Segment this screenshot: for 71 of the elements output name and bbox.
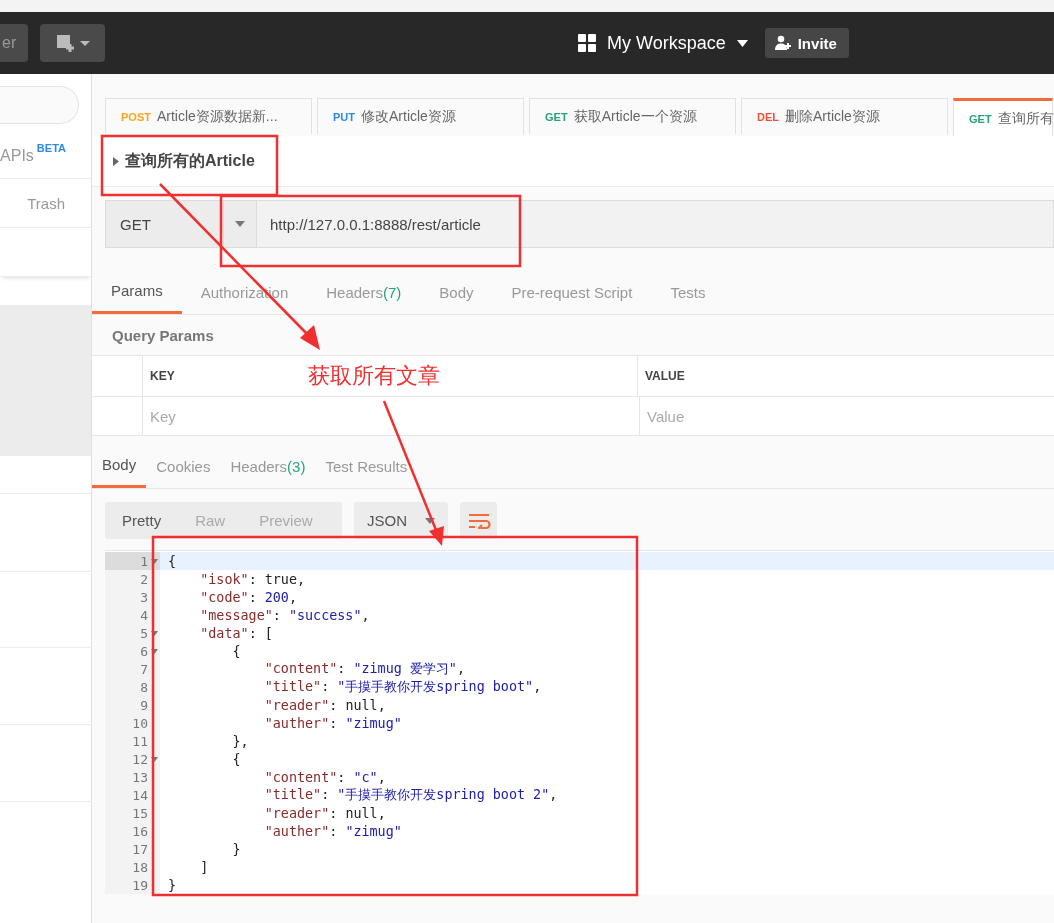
code-line: "content": "c",: [263, 769, 386, 785]
view-mode-button[interactable]: Pretty: [105, 502, 179, 539]
fold-icon[interactable]: [150, 558, 158, 564]
code-line: {: [168, 553, 177, 569]
line-number: 16: [132, 823, 148, 839]
response-tab[interactable]: Headers(3): [220, 444, 316, 488]
code-line: ]: [199, 859, 209, 875]
person-add-icon[interactable]: [774, 35, 791, 51]
request-name: 查询所有的Article: [125, 150, 255, 171]
code-line: "isok": true,: [199, 571, 306, 587]
code-line: "title": "手摸手教你开发spring boot",: [263, 678, 542, 696]
code-line: "message": "success",: [199, 607, 370, 623]
line-number: 17: [132, 841, 148, 857]
toolbar-button[interactable]: er: [0, 24, 28, 62]
caret-icon[interactable]: [736, 39, 748, 47]
code-line: "auther": "zimug": [263, 715, 402, 731]
line-number: 15: [132, 805, 148, 821]
fold-icon[interactable]: [150, 756, 158, 762]
code-line: "reader": null,: [263, 805, 386, 821]
line-number: 11: [132, 733, 148, 749]
method-dropdown[interactable]: GET: [105, 200, 224, 248]
line-number: 14: [132, 787, 148, 803]
request-tab[interactable]: POST Article资源数据新...: [105, 98, 312, 134]
code-line: "content": "zimug 爱学习",: [263, 660, 465, 678]
code-line: "auther": "zimug": [263, 823, 402, 839]
fold-icon[interactable]: [150, 630, 158, 636]
line-number: 3: [140, 589, 148, 605]
request-tab[interactable]: DEL 删除Article资源: [741, 98, 948, 134]
line-number: 8: [140, 679, 148, 695]
line-number: 5: [140, 625, 148, 641]
code-line: "reader": null,: [263, 697, 386, 713]
code-line: {: [231, 751, 241, 767]
request-tab[interactable]: PUT 修改Article资源: [317, 98, 524, 134]
new-button[interactable]: [40, 24, 105, 62]
workspace-selector[interactable]: My Workspace: [607, 32, 726, 54]
code-line: "code": 200,: [199, 589, 297, 605]
expand-icon[interactable]: [113, 156, 119, 166]
wrap-button[interactable]: [460, 502, 497, 539]
line-number: 1: [140, 553, 148, 569]
request-tab[interactable]: GET 获取Article一个资源: [529, 98, 736, 134]
column-header: VALUE: [644, 368, 686, 385]
line-number: 19: [132, 877, 148, 893]
url-field[interactable]: http://127.0.0.1:8888/rest/article: [257, 200, 1054, 248]
code-line: }: [168, 877, 177, 893]
line-number: 7: [140, 661, 148, 677]
fold-icon[interactable]: [150, 648, 158, 654]
params-tab[interactable]: Headers(7): [307, 270, 421, 314]
line-number: 10: [132, 715, 148, 731]
line-number: 9: [140, 697, 148, 713]
response-tab[interactable]: Body: [92, 444, 147, 488]
invite-button[interactable]: Invite: [764, 28, 849, 58]
line-number: 13: [132, 769, 148, 785]
code-line: {: [231, 643, 241, 659]
add-icon[interactable]: [55, 33, 90, 53]
wrap-icon[interactable]: [466, 512, 491, 529]
code-line: "data": [: [199, 625, 273, 641]
line-number: 12: [132, 751, 148, 767]
search-field[interactable]: [0, 86, 79, 124]
beta-label: BETA: [36, 142, 66, 154]
code-line: },: [231, 733, 249, 749]
params-tab[interactable]: Params: [92, 270, 182, 314]
code-line: "title": "手摸手教你开发spring boot 2",: [263, 786, 558, 804]
line-number: 6: [140, 643, 148, 659]
annotation-text: 获取所有文章: [308, 362, 440, 390]
line-number: 2: [140, 571, 148, 587]
code-line: }: [231, 841, 241, 857]
line-number: 4: [140, 607, 148, 623]
request-tab[interactable]: GET 查询所有: [953, 98, 1053, 136]
section-title: Query Params: [112, 326, 214, 344]
grid-icon: [578, 34, 596, 52]
line-number: 18: [132, 859, 148, 875]
